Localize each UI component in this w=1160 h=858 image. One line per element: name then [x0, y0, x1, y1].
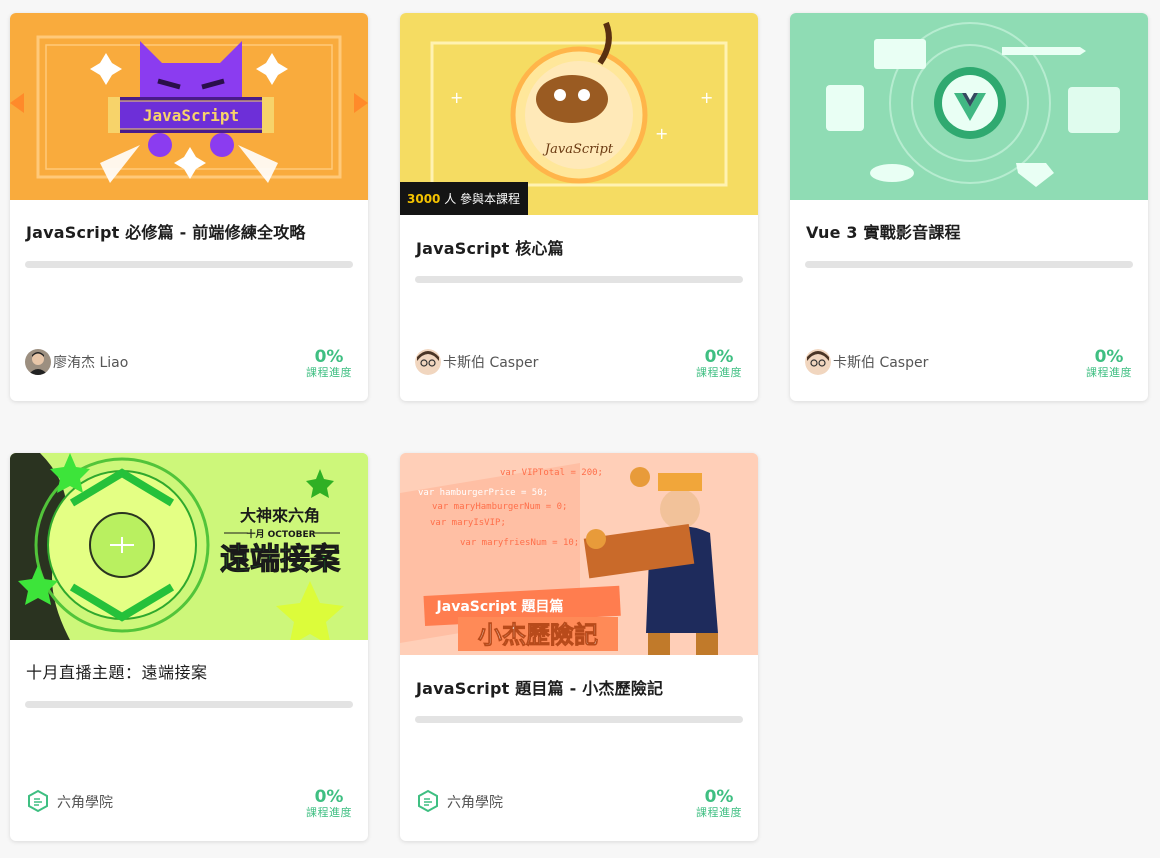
course-thumbnail[interactable]: 大神來六角 十月 OCTOBER 遠端接案: [10, 453, 368, 640]
svg-text:十月 OCTOBER: 十月 OCTOBER: [246, 528, 315, 540]
svg-text:JavaScript: JavaScript: [542, 142, 614, 157]
course-card[interactable]: Vue 3 實戰影音課程 卡斯伯 Casper 0% 課程進度: [790, 13, 1148, 401]
course-thumbnail[interactable]: var VIPTotal = 200; var hamburgerPrice =…: [400, 453, 758, 655]
course-author: 卡斯伯 Casper: [415, 349, 538, 375]
svg-text:var maryIsVIP;: var maryIsVIP;: [430, 518, 506, 528]
course-progress: 0% 課程進度: [306, 788, 352, 820]
svg-text:+: +: [655, 124, 668, 143]
progress-label: 課程進度: [306, 806, 352, 819]
javascript-cat-illustration: JavaScript: [10, 35, 368, 183]
course-title[interactable]: JavaScript 題目篇 - 小杰歷險記: [416, 675, 742, 699]
author-name: 廖洧杰 Liao: [53, 355, 129, 371]
course-progress: 0% 課程進度: [1086, 348, 1132, 380]
hexschool-logo-icon: [418, 789, 438, 813]
course-thumbnail[interactable]: JavaScript + + + 3000 人 參與本課程: [400, 13, 758, 215]
remote-work-illustration: 大神來六角 十月 OCTOBER 遠端接案: [10, 453, 368, 640]
participant-count: 3000: [407, 192, 441, 206]
course-card[interactable]: var VIPTotal = 200; var hamburgerPrice =…: [400, 453, 758, 841]
participant-badge: 3000 人 參與本課程: [400, 182, 529, 215]
svg-text:var VIPTotal = 200;: var VIPTotal = 200;: [500, 468, 603, 478]
course-card[interactable]: JavaScript + + + 3000 人 參與本課程 JavaScript…: [400, 13, 758, 401]
progress-label: 課程進度: [696, 366, 742, 379]
progress-label: 課程進度: [1086, 366, 1132, 379]
svg-text:var maryfriesNum = 10;: var maryfriesNum = 10;: [460, 538, 579, 548]
progress-label: 課程進度: [306, 366, 352, 379]
course-progress: 0% 課程進度: [696, 348, 742, 380]
course-progress: 0% 課程進度: [306, 348, 352, 380]
author-name: 六角學院: [447, 795, 503, 811]
hexschool-logo-icon: [28, 789, 48, 813]
svg-text:小杰歷險記: 小杰歷險記: [478, 621, 598, 649]
course-thumbnail[interactable]: JavaScript: [10, 13, 368, 200]
svg-text:+: +: [450, 88, 463, 107]
course-author: 六角學院: [415, 789, 503, 815]
course-title[interactable]: 十月直播主題：遠端接案: [26, 659, 352, 683]
progress-value: 0%: [314, 787, 344, 807]
course-author: 廖洧杰 Liao: [25, 349, 128, 375]
progress-bar: [25, 261, 353, 268]
course-progress: 0% 課程進度: [696, 788, 742, 820]
adventure-illustration: var VIPTotal = 200; var hamburgerPrice =…: [400, 453, 758, 655]
progress-label: 課程進度: [696, 806, 742, 819]
course-card[interactable]: 大神來六角 十月 OCTOBER 遠端接案 十月直播主題：遠端接案 六角學院 0…: [10, 453, 368, 841]
svg-text:大神來六角: 大神來六角: [240, 506, 320, 525]
progress-bar: [805, 261, 1133, 268]
svg-text:+: +: [700, 88, 713, 107]
progress-value: 0%: [314, 347, 344, 367]
progress-bar: [415, 276, 743, 283]
participant-label: 人 參與本課程: [444, 192, 521, 206]
svg-text:JavaScript: JavaScript: [143, 106, 239, 125]
svg-text:遠端接案: 遠端接案: [220, 542, 341, 577]
svg-text:var maryHamburgerNum = 0;: var maryHamburgerNum = 0;: [432, 502, 567, 512]
course-thumbnail[interactable]: [790, 13, 1148, 200]
course-title[interactable]: Vue 3 實戰影音課程: [806, 219, 1132, 243]
course-title[interactable]: JavaScript 必修篇 - 前端修練全攻略: [26, 219, 352, 243]
author-name: 卡斯伯 Casper: [833, 355, 929, 371]
svg-text:var hamburgerPrice = 50;: var hamburgerPrice = 50;: [418, 488, 548, 498]
casper-avatar: [415, 349, 441, 375]
author-name: 六角學院: [57, 795, 113, 811]
casper-avatar: [805, 349, 831, 375]
progress-value: 0%: [704, 787, 734, 807]
progress-value: 0%: [704, 347, 734, 367]
course-author: 卡斯伯 Casper: [805, 349, 928, 375]
author-name: 卡斯伯 Casper: [443, 355, 539, 371]
liao-avatar: [25, 349, 51, 375]
progress-bar: [25, 701, 353, 708]
progress-value: 0%: [1094, 347, 1124, 367]
vue-illustration: [826, 22, 1120, 187]
course-author: 六角學院: [25, 789, 113, 815]
progress-bar: [415, 716, 743, 723]
course-card[interactable]: JavaScript JavaScript 必修篇 - 前端修練全攻略 廖洧杰 …: [10, 13, 368, 401]
svg-text:JavaScript 題目篇: JavaScript 題目篇: [436, 598, 564, 615]
course-title[interactable]: JavaScript 核心篇: [416, 235, 742, 259]
